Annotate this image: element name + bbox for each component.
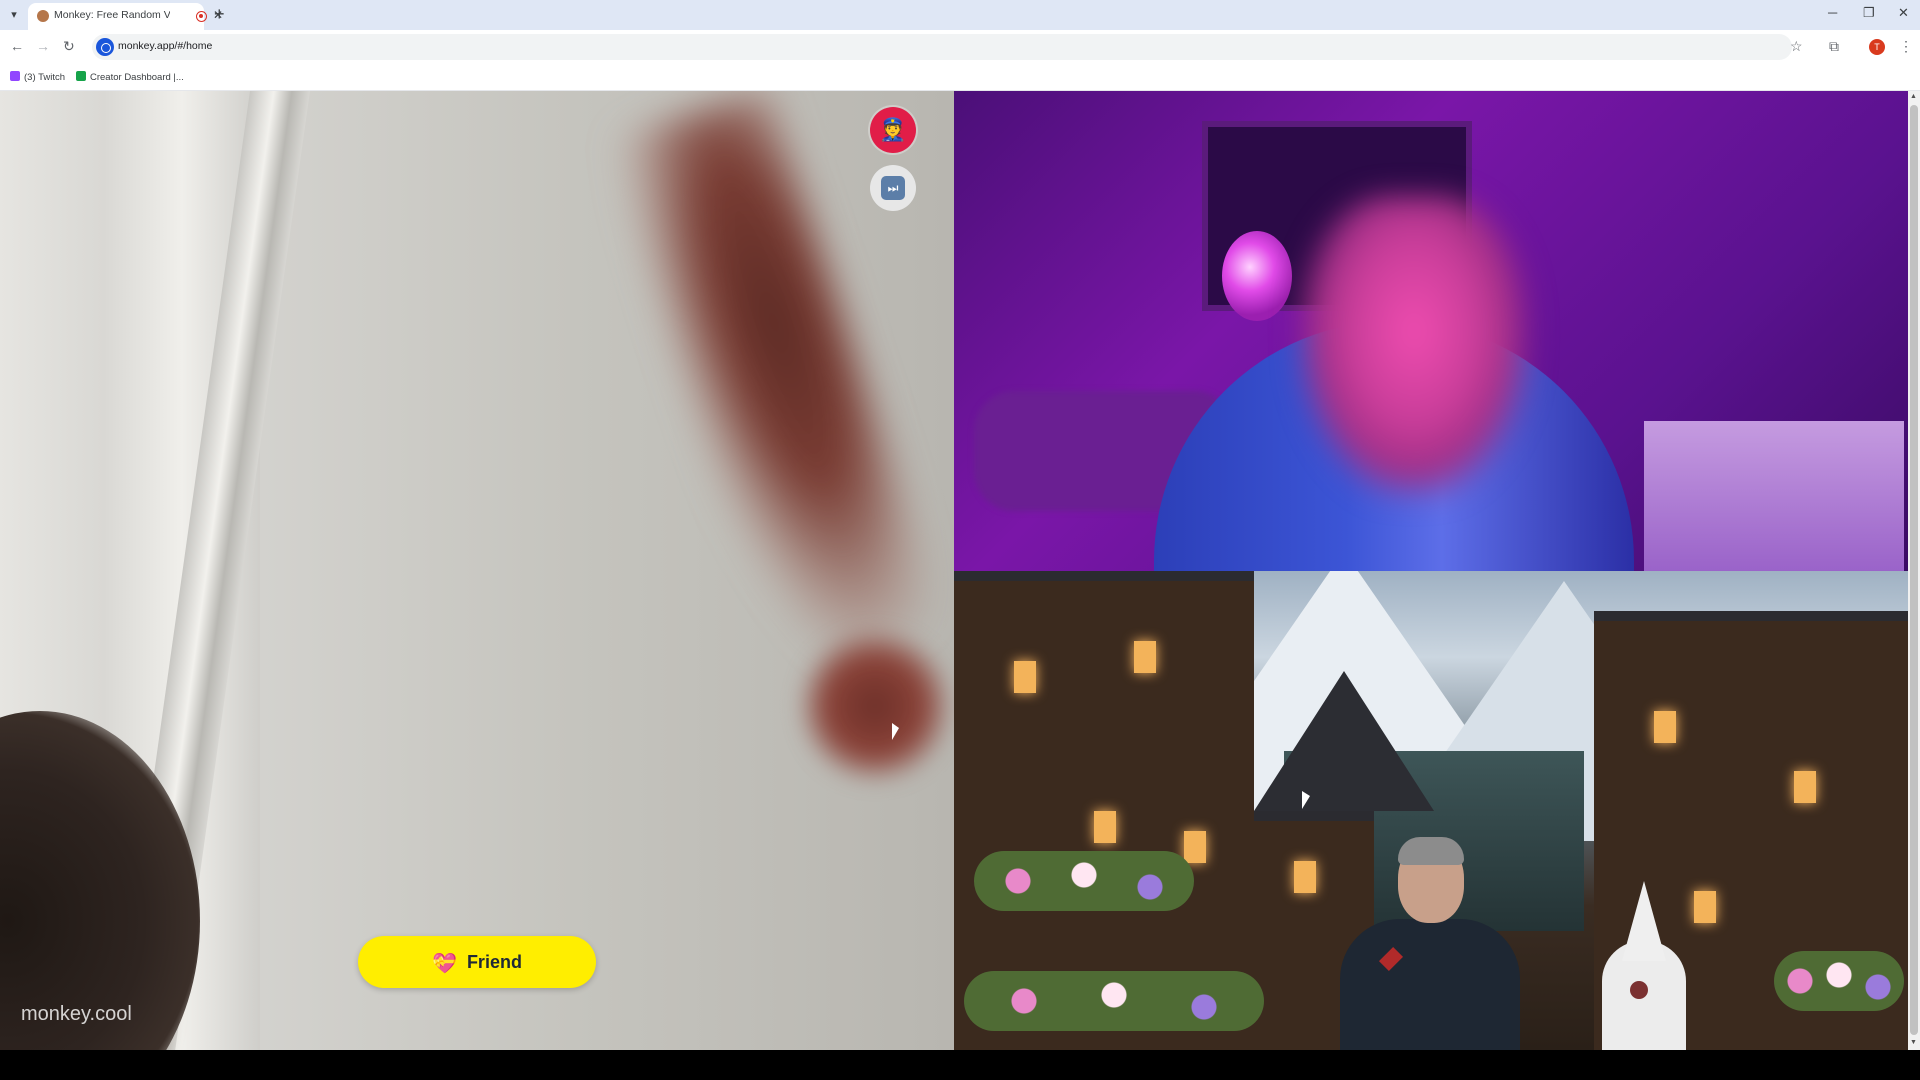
menu-kebab-icon[interactable]: ⋮	[1899, 38, 1913, 55]
creator-dashboard-icon	[76, 71, 86, 81]
man-figure	[1340, 837, 1520, 1050]
monkey-favicon-icon	[37, 10, 49, 22]
fingertip-blur	[800, 631, 950, 781]
window-light	[1794, 771, 1816, 803]
second-remote-video	[954, 571, 1908, 1050]
flower-bed	[964, 971, 1264, 1031]
scrollbar-thumb[interactable]	[1910, 105, 1918, 1035]
window-light	[1654, 711, 1676, 743]
mouse-cursor-icon	[892, 723, 899, 740]
window-light	[1134, 641, 1156, 673]
twitch-icon	[10, 71, 20, 81]
new-tab-button[interactable]: +	[214, 5, 225, 23]
page-viewport: 👮 ⏭ 💝 Friend monkey.cool ▲ ▼	[0, 91, 1920, 1050]
scroll-down-icon[interactable]: ▼	[1910, 1039, 1917, 1046]
browser-toolbar: ← → ↻ monkey.app/#/home ☆ ⧉ T ⋮	[0, 30, 1920, 64]
window-light	[1094, 811, 1116, 843]
flower-bed	[1774, 951, 1904, 1011]
extensions-icon[interactable]: ⧉	[1829, 38, 1839, 55]
back-arrow-icon[interactable]: ←	[10, 38, 24, 54]
bookmark-label: Creator Dashboard |...	[90, 72, 184, 83]
reload-icon[interactable]: ↻	[63, 38, 75, 55]
scroll-up-icon[interactable]: ▲	[1910, 93, 1917, 100]
page-scrollbar[interactable]: ▲ ▼	[1908, 91, 1920, 1050]
friend-button-label: Friend	[466, 952, 522, 972]
profile-avatar[interactable]: T	[1869, 39, 1885, 55]
skip-button[interactable]: ⏭	[870, 165, 916, 211]
man-torso	[1340, 919, 1520, 1050]
shelf	[1644, 421, 1904, 571]
report-button[interactable]: 👮	[870, 107, 916, 153]
heart-gift-icon: 💝	[432, 953, 457, 975]
remote-camera-video	[954, 91, 1908, 571]
blurred-face	[1299, 196, 1529, 496]
tab-title: Monkey: Free Random Vide	[54, 9, 170, 21]
friend-button[interactable]: 💝 Friend	[358, 936, 596, 988]
window-light	[1014, 661, 1036, 693]
url-text[interactable]: monkey.app/#/home	[118, 40, 212, 52]
flower-box	[974, 851, 1194, 911]
forward-arrow-icon[interactable]: →	[36, 38, 50, 54]
skip-next-icon: ⏭	[881, 176, 905, 200]
bottom-bar	[0, 1050, 1920, 1080]
lamp	[1222, 231, 1292, 321]
window-light	[1694, 891, 1716, 923]
tab-strip: ▾ Monkey: Free Random Vide ✕ + ─ ❐ ✕	[0, 0, 1920, 30]
robe-hood	[1622, 881, 1666, 961]
tab-monkey[interactable]: Monkey: Free Random Vide ✕	[28, 3, 223, 30]
man-hair	[1398, 837, 1464, 865]
recording-indicator-icon	[196, 11, 207, 22]
minimize-button[interactable]: ─	[1828, 5, 1837, 20]
restore-button[interactable]: ❐	[1863, 5, 1875, 21]
robe-badge	[1630, 981, 1648, 999]
window-light	[1294, 861, 1316, 893]
robed-figure	[1594, 881, 1694, 1050]
bookmark-creator-dashboard[interactable]: Creator Dashboard |...	[76, 71, 184, 83]
bookmark-label: (3) Twitch	[24, 72, 66, 83]
address-bar[interactable]: monkey.app/#/home	[92, 34, 1792, 60]
window-light	[1184, 831, 1206, 863]
mouse-cursor-icon	[1302, 791, 1310, 809]
bookmarks-bar: (3) Twitch Creator Dashboard |...	[0, 64, 1920, 91]
roof	[1254, 671, 1434, 811]
watermark: monkey.cool	[21, 1003, 132, 1025]
self-camera-video: 👮 ⏭ 💝 Friend monkey.cool	[0, 91, 954, 1050]
police-officer-icon: 👮	[879, 117, 907, 142]
window-close-button[interactable]: ✕	[1898, 5, 1909, 21]
bookmark-star-icon[interactable]: ☆	[1790, 38, 1803, 55]
site-info-icon[interactable]	[96, 38, 114, 56]
tab-search-icon[interactable]: ▾	[6, 7, 22, 23]
bookmark-twitch[interactable]: (3) Twitch	[10, 71, 65, 83]
